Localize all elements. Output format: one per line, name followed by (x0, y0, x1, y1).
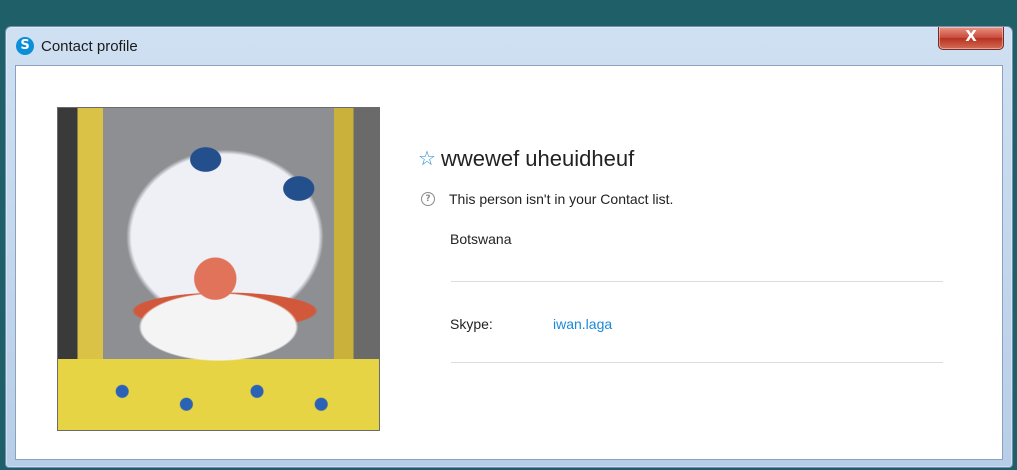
skype-id-link[interactable]: iwan.laga (553, 316, 612, 332)
contact-name-row: ☆ wwewef uheuidheuf (418, 144, 634, 174)
skype-label: Skype: (450, 316, 493, 332)
question-circle-icon[interactable]: ? (421, 192, 435, 206)
divider-top (451, 281, 943, 282)
divider-bottom (451, 362, 943, 363)
window-title: Contact profile (41, 38, 138, 55)
contact-name: wwewef uheuidheuf (440, 146, 635, 171)
contact-status-text: This person isn't in your Contact list. (449, 191, 674, 207)
contact-location: Botswana (450, 231, 512, 247)
avatar (57, 107, 380, 431)
skype-logo-icon: S (16, 37, 34, 55)
contact-profile-window: S Contact profile X ☆ wwewef uheuidheuf … (5, 26, 1013, 468)
title-bar[interactable]: S Contact profile X (6, 27, 1012, 65)
contact-status-row: ? This person isn't in your Contact list… (421, 191, 673, 207)
star-outline-icon[interactable]: ☆ (418, 149, 436, 169)
close-button[interactable]: X (938, 27, 1004, 50)
profile-panel: ☆ wwewef uheuidheuf ? This person isn't … (15, 65, 1003, 460)
